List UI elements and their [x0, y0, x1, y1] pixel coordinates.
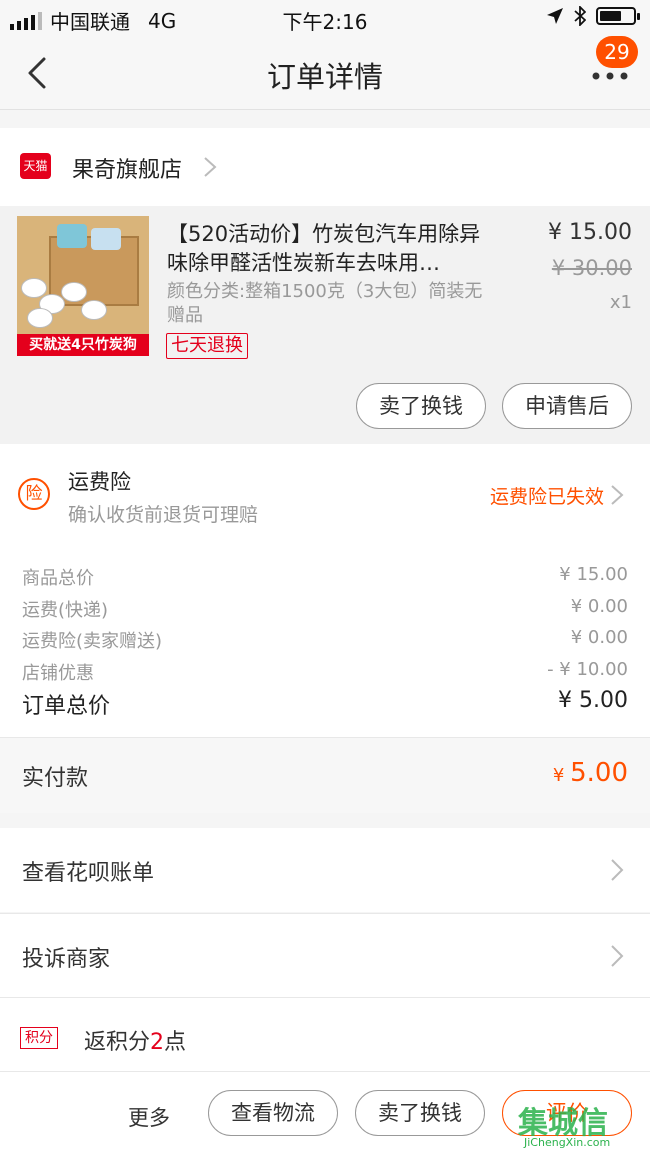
- more-dots-icon[interactable]: [590, 66, 630, 86]
- total-row-value: ¥ 0.00: [570, 627, 628, 648]
- product-original-price: ¥ 30.00: [551, 256, 632, 280]
- price-breakdown: 商品总价 ¥ 15.00 运费(快递) ¥ 0.00 运费险(卖家赠送) ¥ 0.00…: [0, 540, 650, 737]
- points-badge: 积分: [20, 1027, 58, 1049]
- currency-symbol: ¥: [552, 765, 565, 786]
- total-row: 运费险(卖家赠送) ¥ 0.00: [22, 627, 628, 653]
- total-row-label: 商品总价: [22, 568, 94, 589]
- product-image-banner: 买就送4只竹炭狗: [17, 334, 149, 356]
- chevron-right-icon: [204, 157, 217, 177]
- chevron-right-icon: [611, 859, 624, 881]
- points-row: 积分 返积分2点: [0, 997, 650, 1071]
- product-price: ¥ 15.00: [548, 220, 632, 245]
- store-name[interactable]: 果奇旗舰店: [72, 152, 182, 184]
- nav-bar: 订单详情 29: [0, 36, 650, 110]
- actual-payment-row: 实付款 ¥ 5.00: [0, 737, 650, 813]
- watermark: 集城信 JiChengXin.com: [518, 1098, 640, 1149]
- actual-payment-value: ¥ 5.00: [553, 758, 628, 788]
- location-icon: [547, 8, 563, 24]
- insurance-subtitle: 确认收货前退货可理赔: [68, 504, 259, 526]
- total-row: 商品总价 ¥ 15.00: [22, 564, 628, 590]
- total-row-value: - ¥ 10.00: [547, 659, 628, 680]
- product-title[interactable]: 【520活动价】竹炭包汽车用除异味除甲醛活性炭新车去味用…: [167, 220, 497, 280]
- product-quantity: x1: [609, 292, 632, 313]
- store-row[interactable]: 天猫 果奇旗舰店: [0, 128, 650, 206]
- notification-badge: 29: [596, 36, 638, 68]
- points-prefix: 返积分: [84, 1030, 151, 1055]
- shipping-insurance-row[interactable]: 险 运费险 确认收货前退货可理赔 运费险已失效: [0, 444, 650, 540]
- resell-button[interactable]: 卖了换钱: [356, 383, 486, 429]
- complaint-label: 投诉商家: [22, 947, 111, 972]
- complaint-link[interactable]: 投诉商家: [0, 913, 650, 997]
- page-title: 订单详情: [266, 60, 383, 94]
- status-bar: 中国联通 4G 下午2:16: [0, 0, 650, 36]
- watermark-url: JiChengXin.com: [524, 1136, 611, 1149]
- insurance-icon: 险: [18, 478, 50, 510]
- huabei-bill-label: 查看花呗账单: [22, 861, 155, 886]
- points-suffix: 点: [164, 1030, 187, 1055]
- bluetooth-icon: [574, 6, 586, 26]
- order-total-value: ¥ 5.00: [558, 688, 628, 713]
- order-total-row: 订单总价 ¥ 5.00: [22, 688, 628, 720]
- points-text: 返积分2点: [84, 1024, 186, 1056]
- after-sale-button[interactable]: 申请售后: [502, 383, 632, 429]
- total-row-label: 店铺优惠: [22, 663, 94, 684]
- resell-button[interactable]: 卖了换钱: [355, 1090, 485, 1136]
- bottom-action-bar: 更多 查看物流 卖了换钱 评价 集城信 JiChengXin.com: [0, 1071, 650, 1156]
- battery-icon: [596, 7, 640, 25]
- points-count: 2: [150, 1030, 165, 1055]
- actual-payment-label: 实付款: [22, 766, 89, 791]
- total-row-value: ¥ 0.00: [570, 596, 628, 617]
- total-row-value: ¥ 15.00: [559, 564, 628, 585]
- return-policy-badge: 七天退换: [166, 333, 248, 359]
- chevron-right-icon: [611, 945, 624, 967]
- view-logistics-button[interactable]: 查看物流: [208, 1090, 338, 1136]
- insurance-status: 运费险已失效: [489, 486, 604, 508]
- tmall-logo-icon: 天猫: [20, 153, 51, 179]
- product-image[interactable]: 买就送4只竹炭狗: [17, 216, 149, 356]
- huabei-bill-link[interactable]: 查看花呗账单: [0, 828, 650, 912]
- total-row: 运费(快递) ¥ 0.00: [22, 596, 628, 622]
- actual-payment-amount: 5.00: [570, 758, 628, 788]
- total-row: 店铺优惠 - ¥ 10.00: [22, 659, 628, 685]
- chevron-right-icon: [611, 485, 624, 505]
- more-button[interactable]: 更多: [128, 1102, 170, 1132]
- insurance-title: 运费险: [68, 470, 131, 494]
- order-total-label: 订单总价: [22, 694, 111, 719]
- total-row-label: 运费险(卖家赠送): [22, 631, 163, 652]
- product-spec: 颜色分类:整箱1500克（3大包）简装无赠品: [167, 281, 483, 326]
- order-item[interactable]: 买就送4只竹炭狗 【520活动价】竹炭包汽车用除异味除甲醛活性炭新车去味用… 颜…: [0, 206, 650, 444]
- total-row-label: 运费(快递): [22, 600, 109, 621]
